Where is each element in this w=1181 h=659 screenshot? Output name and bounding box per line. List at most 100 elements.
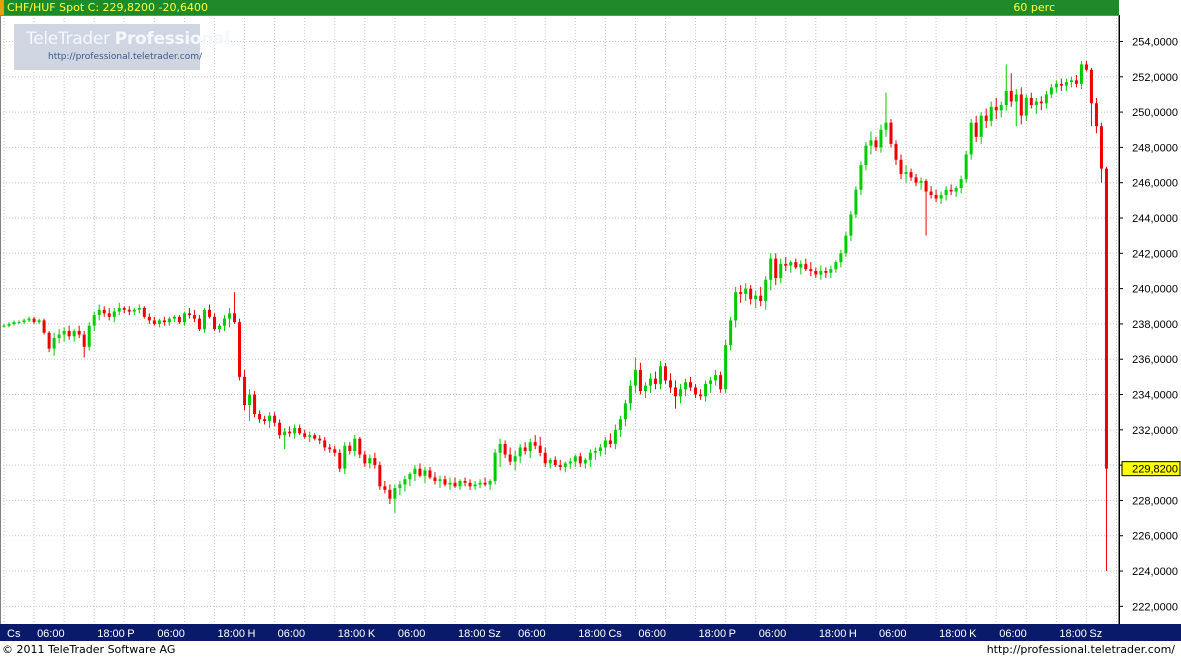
candle-body [543,452,547,464]
x-tick-label: 18:00 [699,628,727,640]
candle-body [824,270,828,273]
candle-body [1009,90,1013,102]
x-tick-label: K [368,628,376,640]
x-tick-label: 06:00 [879,628,907,640]
y-tick-label: 240,0000 [1132,284,1178,296]
candle-body [453,482,457,487]
candle-body [1054,83,1058,88]
candle-body [147,316,151,321]
candle-body [668,380,673,388]
logo-name-bold: Professional [114,29,230,49]
candle-body [1004,90,1008,106]
candle-body [944,189,948,196]
candle-body [563,463,567,467]
candle-body [1029,97,1033,106]
candle-body [433,477,437,482]
candle-body [643,385,647,391]
candle-body [859,165,863,190]
candle-body [363,454,367,464]
candle-body [478,482,482,485]
candle-body [744,288,748,294]
candle-body [67,330,71,337]
candle-body [498,443,502,453]
candle-body [899,159,903,174]
candle-body [177,316,181,323]
candle-body [438,479,442,482]
candle-body [107,313,111,317]
x-tick-label: 06:00 [398,628,426,640]
candle-body [488,481,492,485]
candle-body [754,295,758,300]
x-tick-label: 06:00 [999,628,1027,640]
candle-body [303,433,307,437]
candle-body [598,447,602,452]
candle-body [809,269,813,271]
candle-body [588,452,592,460]
candle-body [729,320,733,346]
candle-body [77,330,81,335]
candle-body [117,308,121,312]
candle-body [348,445,352,452]
candle-body [222,318,227,326]
x-tick-label: 06:00 [278,628,306,640]
x-tick-label: 18:00 [819,628,847,640]
candle-body [162,320,166,323]
x-tick-label: Sz [1089,628,1102,640]
candle-body [473,484,477,487]
logo-title: TeleTrader Professional [26,29,230,49]
candle-body [909,172,913,178]
x-tick-label: 18:00 [1059,628,1087,640]
teletrader-logo: TeleTrader Professional http://professio… [14,24,230,70]
candle-body [894,143,898,160]
y-tick-label: 246,0000 [1132,178,1178,190]
candle-body [684,382,688,390]
candle-body [1074,80,1078,84]
candle-body [413,468,417,474]
candle-body [558,465,562,467]
candle-body [182,313,186,323]
candle-body [854,189,858,215]
candle-body [1099,126,1103,169]
candle-body [102,309,106,314]
candle-body [122,308,126,310]
candle-body [253,394,257,414]
y-tick-label: 232,0000 [1132,425,1178,437]
candle-body [403,479,407,485]
x-tick-label: Cs [7,628,21,640]
candle-body [839,253,843,263]
candle-body [769,258,773,280]
candle-body [1059,83,1063,86]
y-tick-label: 224,0000 [1132,566,1178,578]
y-tick-label: 236,0000 [1132,354,1178,366]
header-info: CHF/HUF Spot C: 229,8200 -20,6400 [7,1,208,14]
candle-body [112,311,116,317]
candle-body [52,338,56,349]
candle-body [969,122,973,155]
candle-body [418,468,422,476]
x-tick-label: Cs [608,628,622,640]
candle-body [914,177,918,183]
candle-body [358,438,362,455]
candle-body [984,115,988,121]
candle-body [92,315,96,326]
candle-body [207,309,211,317]
candle-body [603,440,607,448]
candle-body [874,140,878,148]
candle-body [1034,101,1038,106]
candle-body [724,345,728,390]
footer-url: http://professional.teletrader.com/ [986,643,1175,656]
price-chart[interactable]: 222,0000224,0000226,0000228,0000230,0000… [0,0,1181,659]
x-tick-label: 18:00 [217,628,245,640]
candle-body [884,122,888,130]
x-tick-label: 18:00 [97,628,125,640]
candle-body [273,415,277,423]
candle-body [483,482,487,485]
candle-body [353,438,357,452]
candle-body [323,440,327,448]
candle-body [7,323,11,326]
candle-body [157,320,161,324]
candle-body [653,378,657,384]
candle-body [904,172,908,174]
candle-body [979,115,983,137]
candle-body [613,429,617,444]
